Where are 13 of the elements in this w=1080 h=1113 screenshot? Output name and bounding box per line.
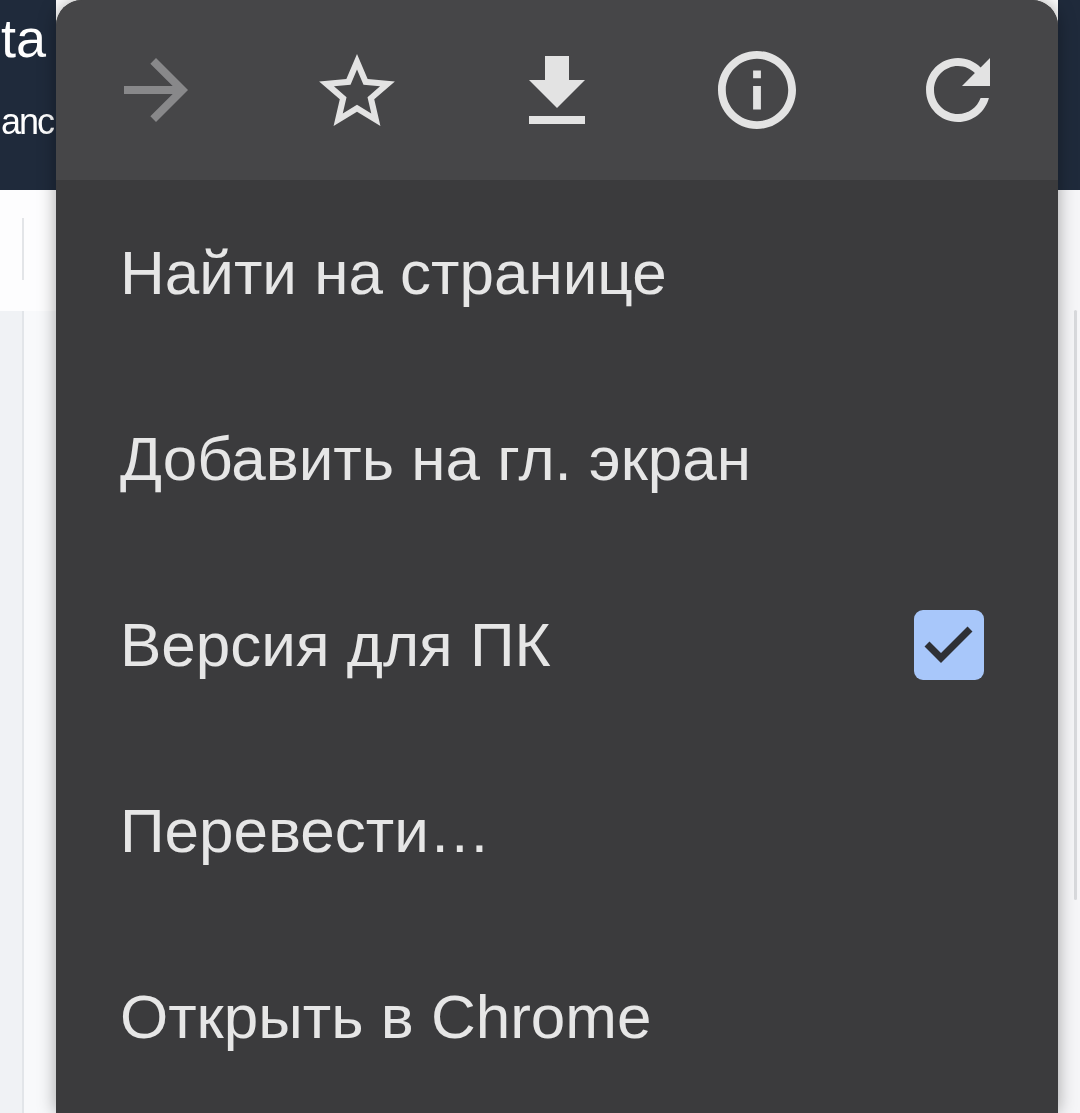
download-icon [529, 56, 585, 124]
menu-item[interactable]: Версия для ПК [56, 552, 1058, 738]
star-icon [318, 54, 395, 126]
page-title: ta [1, 7, 47, 70]
reload-icon [925, 58, 990, 122]
page-subtitle: anc [1, 100, 54, 144]
menu-item[interactable]: Открыть в Chrome [56, 924, 1058, 1110]
menu-item[interactable]: Добавить на гл. экран [56, 366, 1058, 552]
checked-checkbox-icon[interactable] [914, 610, 984, 680]
menu-item[interactable]: Перевести… [56, 738, 1058, 924]
info-icon [718, 51, 797, 129]
arrow-right-icon [124, 58, 189, 122]
menu-item[interactable]: Найти на странице [56, 180, 1058, 366]
